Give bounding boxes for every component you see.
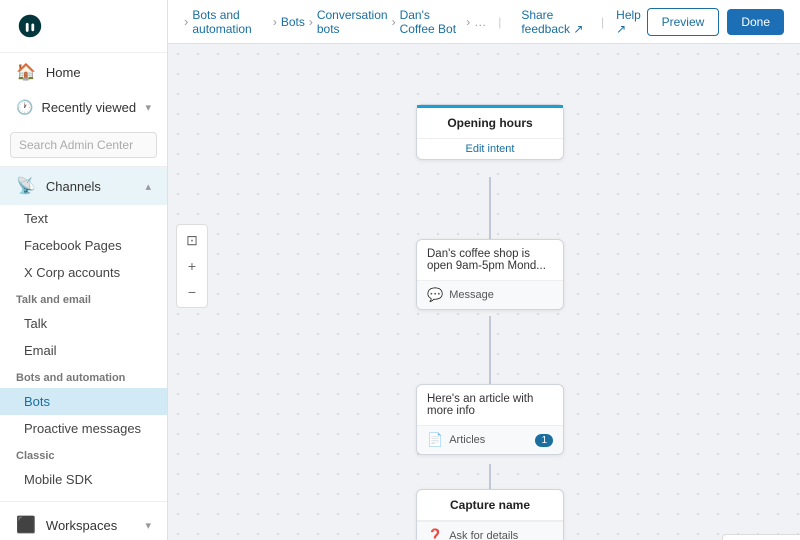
sidebar-item-recently-viewed[interactable]: 🕐 Recently viewed ▾: [0, 91, 167, 124]
sidebar-sub-facebook[interactable]: Facebook Pages: [0, 232, 167, 259]
capture-title: Capture name: [417, 490, 563, 521]
canvas-controls: ⊡ + −: [176, 224, 208, 308]
connector-3-4: [489, 464, 491, 489]
edit-intent-link[interactable]: Edit intent: [417, 139, 563, 159]
zoom-out-button[interactable]: −: [181, 281, 203, 303]
message-body: Dan's coffee shop is open 9am-5pm Mond..…: [417, 240, 563, 280]
channels-label: Channels: [46, 179, 101, 194]
message-label: Message: [449, 289, 494, 301]
canvas-inner: Opening hours Edit intent Dan's coffee s…: [168, 44, 800, 540]
breadcrumb-arrow: ›: [184, 14, 188, 29]
search-area: [0, 124, 167, 167]
sidebar-sub-xcorp[interactable]: X Corp accounts: [0, 259, 167, 286]
bots-section: Bots and automation: [0, 364, 167, 388]
zoom-fit-button[interactable]: ⊡: [181, 229, 203, 251]
breadcrumb-bots[interactable]: Bots: [281, 15, 305, 29]
bot-canvas: Opening hours Edit intent Dan's coffee s…: [168, 44, 800, 540]
done-button[interactable]: Done: [727, 9, 784, 35]
breadcrumb-dans-coffee-bot[interactable]: Dan's Coffee Bot: [400, 8, 463, 36]
capture-footer: ❓ Ask for details: [417, 521, 563, 540]
home-label: Home: [46, 65, 81, 80]
message-footer: 💬 Message: [417, 280, 563, 309]
clock-icon: 🕐: [16, 99, 33, 116]
workspaces-label: Workspaces: [46, 518, 117, 533]
article-footer: 📄 Articles 1: [417, 425, 563, 454]
ask-label: Ask for details: [449, 530, 518, 540]
message-icon: 💬: [427, 287, 443, 303]
capture-node[interactable]: Capture name ❓ Ask for details: [416, 489, 564, 540]
message-node[interactable]: Dan's coffee shop is open 9am-5pm Mond..…: [416, 239, 564, 310]
breadcrumb-bots-automation[interactable]: Bots and automation: [192, 8, 268, 36]
sidebar-item-channels[interactable]: 📡 Channels ▴: [0, 167, 167, 205]
sidebar-sub-text[interactable]: Text: [0, 205, 167, 232]
help-link[interactable]: Help ↗: [616, 8, 642, 36]
home-icon: 🏠: [16, 62, 36, 82]
preview-button[interactable]: Preview: [647, 8, 720, 36]
opening-hours-title: Opening hours: [417, 105, 563, 139]
sidebar-sub-email[interactable]: Email: [0, 337, 167, 364]
logo-area: [0, 0, 167, 53]
header-actions: Preview Done: [647, 8, 784, 36]
recently-viewed-chevron: ▾: [145, 101, 151, 114]
sidebar-sub-bots[interactable]: Bots: [0, 388, 167, 415]
search-input[interactable]: [10, 132, 157, 158]
sidebar: 🏠 Home 🕐 Recently viewed ▾ 📡 Channels ▴ …: [0, 0, 168, 540]
article-body: Here's an article with more info: [417, 385, 563, 425]
minimap-bars: [723, 535, 800, 540]
breadcrumb-conversation-bots[interactable]: Conversation bots: [317, 8, 388, 36]
connector-1-2: [489, 177, 491, 239]
workspaces-icon: ⬛: [16, 515, 36, 535]
ask-icon: ❓: [427, 528, 443, 540]
sidebar-sub-talk[interactable]: Talk: [0, 310, 167, 337]
article-label: Articles: [449, 434, 485, 446]
classic-section: Classic: [0, 442, 167, 466]
main-area: › Bots and automation › Bots › Conversat…: [168, 0, 800, 540]
sidebar-item-workspaces[interactable]: ⬛ Workspaces ▾: [0, 506, 167, 540]
opening-hours-node[interactable]: Opening hours Edit intent: [416, 104, 564, 160]
article-icon: 📄: [427, 432, 443, 448]
sidebar-item-home[interactable]: 🏠 Home: [0, 53, 167, 91]
zoom-in-button[interactable]: +: [181, 255, 203, 277]
article-node[interactable]: Here's an article with more info 📄 Artic…: [416, 384, 564, 455]
sidebar-sub-proactive[interactable]: Proactive messages: [0, 415, 167, 442]
share-feedback-link[interactable]: Share feedback ↗: [521, 8, 589, 36]
article-badge: 1: [535, 434, 553, 447]
talk-email-section: Talk and email: [0, 286, 167, 310]
connector-2-3: [489, 316, 491, 384]
channels-icon: 📡: [16, 176, 36, 196]
channels-chevron: ▴: [145, 180, 151, 193]
sidebar-sub-mobile-sdk[interactable]: Mobile SDK: [0, 466, 167, 493]
breadcrumb: › Bots and automation › Bots › Conversat…: [168, 0, 800, 44]
minimap: ℹ: [722, 534, 800, 540]
zendesk-logo: [16, 12, 44, 40]
workspaces-chevron: ▾: [145, 519, 151, 532]
recently-viewed-label: Recently viewed: [41, 100, 136, 115]
